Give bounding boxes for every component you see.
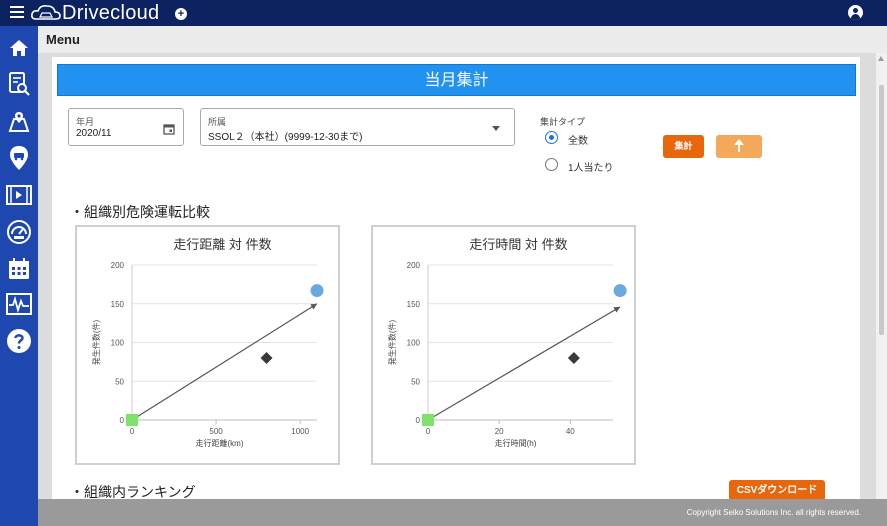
menu-bar: Menu <box>38 26 887 53</box>
y-tick-label: 50 <box>115 377 124 386</box>
dropdown-arrow-icon[interactable] <box>492 126 500 131</box>
organization-select[interactable]: 所属 SSOL２（本社）(9999-12-30まで) <box>200 108 515 146</box>
scroll-up-arrow-icon[interactable] <box>878 56 884 61</box>
date-picker-icon[interactable] <box>163 122 175 135</box>
footer: Copyright Seiko Solutions Inc. all right… <box>38 499 887 526</box>
chart-title: 走行距離 対 件数 <box>173 237 271 252</box>
y-axis-label: 発生件数(件) <box>91 320 101 366</box>
top-bar: Drivecloud + <box>0 0 887 26</box>
radio-per-person-label: 1人当たり <box>568 163 614 174</box>
x-tick-label: 1000 <box>291 427 309 436</box>
y-tick-label: 0 <box>416 416 421 425</box>
x-tick-label: 40 <box>566 427 575 436</box>
menu-title: Menu <box>46 32 80 47</box>
month-field[interactable]: 年月 2020/11 <box>68 108 184 146</box>
user-account-icon[interactable] <box>848 5 863 20</box>
trend-line <box>427 306 621 421</box>
x-tick-label: 20 <box>495 427 504 436</box>
y-tick-label: 0 <box>120 416 125 425</box>
organization-select-value: SSOL２（本社）(9999-12-30まで) <box>208 132 363 143</box>
car-pin-icon[interactable] <box>5 144 33 172</box>
help-icon[interactable] <box>5 327 33 355</box>
y-tick-label: 200 <box>111 261 125 270</box>
chart-title: 走行時間 対 件数 <box>469 237 567 252</box>
y-tick-label: 50 <box>411 377 420 386</box>
x-tick-label: 500 <box>209 427 223 436</box>
month-field-value: 2020/11 <box>76 128 112 139</box>
copyright-text: Copyright Seiko Solutions Inc. all right… <box>686 508 861 517</box>
x-tick-label: 0 <box>130 427 135 436</box>
data-point-circle <box>310 284 324 298</box>
data-point-circle <box>613 284 627 298</box>
hamburger-menu-icon[interactable] <box>10 6 24 18</box>
y-axis-label: 発生件数(件) <box>387 320 397 366</box>
csv-download-button[interactable]: CSVダウンロード <box>729 480 825 501</box>
organization-select-label: 所属 <box>208 117 227 127</box>
aggregation-type-label: 集計タイプ <box>540 117 586 127</box>
report-search-icon[interactable] <box>5 70 33 98</box>
y-tick-label: 100 <box>407 339 421 348</box>
data-point-diamond <box>567 352 580 364</box>
data-point-square <box>126 414 138 426</box>
x-tick-label: 0 <box>426 427 431 436</box>
map-route-icon[interactable] <box>5 108 33 136</box>
calendar-icon[interactable] <box>5 255 33 283</box>
month-field-label: 年月 <box>76 117 95 127</box>
page-title: 当月集計 <box>57 64 856 96</box>
cloud-car-logo-icon <box>30 3 62 28</box>
trend-line <box>131 303 318 421</box>
y-tick-label: 150 <box>111 300 125 309</box>
x-axis-label: 走行時間(h) <box>495 438 537 448</box>
y-tick-label: 100 <box>111 339 125 348</box>
brand-plus-icon: + <box>175 8 187 20</box>
section-danger-comparison: ・組織別危険運転比較 <box>70 204 210 220</box>
y-tick-label: 150 <box>407 300 421 309</box>
vertical-scrollbar[interactable] <box>876 53 887 499</box>
scroll-top-button[interactable] <box>716 135 762 158</box>
chart-distance-vs-count: 走行距離 対 件数 0 50 100 150 200 0 500 1000 走行距離(km) 発生件… <box>75 225 340 465</box>
radio-per-person[interactable] <box>545 158 558 171</box>
chart-distance-svg: 走行距離 対 件数 0 50 100 150 200 0 500 1000 走行距離(km) 発生件… <box>91 237 324 448</box>
video-icon[interactable] <box>5 181 33 209</box>
chart-time-vs-count: 走行時間 対 件数 0 50 100 150 200 0 20 40 走行時間(h) 発生件数(件) <box>371 225 636 465</box>
scroll-thumb[interactable] <box>879 85 884 335</box>
x-axis-label: 走行距離(km) <box>196 438 244 448</box>
gauge-icon[interactable] <box>5 218 33 246</box>
radio-all[interactable] <box>545 131 558 144</box>
brand-name: Drivecloud <box>62 2 160 24</box>
chart-time-svg: 走行時間 対 件数 0 50 100 150 200 0 20 40 走行時間(h) 発生件数(件) <box>387 237 627 448</box>
radio-all-label: 全数 <box>568 136 588 147</box>
home-icon[interactable] <box>5 34 33 62</box>
y-tick-label: 200 <box>407 261 421 270</box>
aggregate-button[interactable]: 集計 <box>663 135 704 158</box>
data-point-diamond <box>260 352 273 364</box>
waveform-icon[interactable] <box>5 290 33 318</box>
sidebar <box>0 26 38 526</box>
data-point-square <box>422 414 434 426</box>
